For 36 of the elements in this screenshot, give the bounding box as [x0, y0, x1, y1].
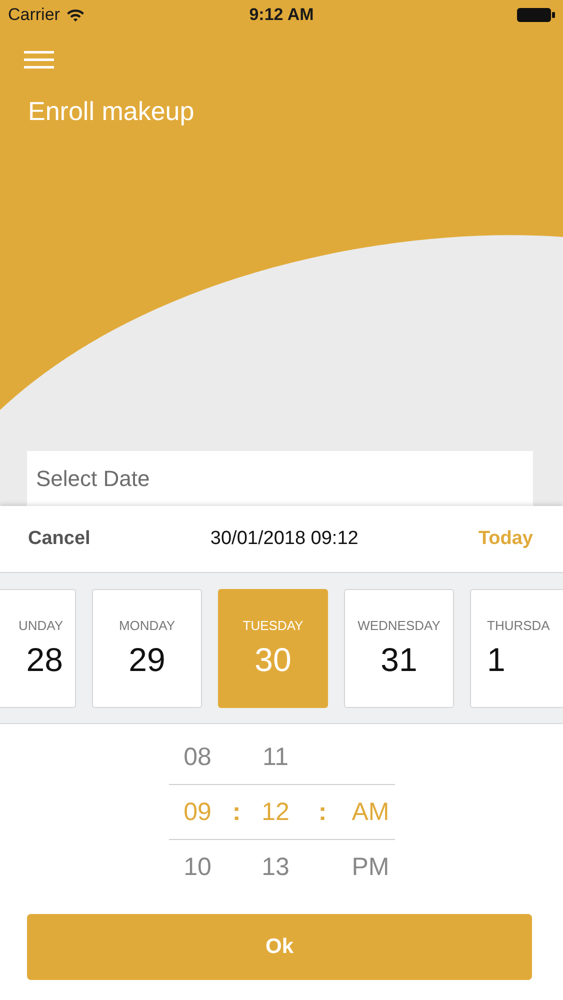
cancel-button[interactable]: Cancel	[28, 528, 90, 550]
weekday-label: UNDAY	[18, 618, 63, 632]
today-button[interactable]: Today	[478, 528, 533, 550]
weekday-label: THURSDA	[487, 618, 550, 632]
carrier-label: Carrier	[8, 5, 60, 25]
wheel-value[interactable]: 13	[262, 852, 290, 882]
menu-icon[interactable]	[24, 50, 54, 70]
page-title: Enroll makeup	[28, 96, 194, 127]
weekday-label: TUESDAY	[242, 618, 304, 632]
weekday-label: MONDAY	[118, 618, 176, 632]
day-card[interactable]: TUESDAY 30	[218, 588, 328, 708]
day-number: 29	[128, 640, 166, 678]
day-number: 31	[380, 640, 418, 678]
day-card[interactable]: UNDAY 28	[0, 588, 76, 708]
day-card[interactable]: MONDAY 29	[92, 588, 202, 708]
date-field[interactable]: Select Date	[27, 451, 533, 506]
wheel-value[interactable]: AM	[352, 798, 390, 826]
wifi-icon	[66, 8, 85, 22]
battery-icon	[516, 8, 555, 22]
wheel-value[interactable]: 12	[262, 798, 290, 826]
status-time: 9:12 AM	[248, 5, 315, 25]
wheel-value[interactable]: 09	[184, 798, 212, 826]
wheel-value[interactable]: 08	[184, 742, 212, 772]
day-card[interactable]: WEDNESDAY 31	[344, 588, 454, 708]
wheel-value[interactable]: 10	[184, 852, 212, 882]
selected-datetime: 30/01/2018 09:12	[210, 528, 358, 550]
wheel-value[interactable]: PM	[352, 852, 390, 882]
day-number: 1	[487, 640, 506, 678]
separator: :	[318, 798, 327, 826]
ok-button[interactable]: Ok	[27, 914, 532, 980]
day-number: 28	[26, 640, 63, 678]
separator: :	[232, 798, 241, 826]
weekday-label: WEDNESDAY	[358, 618, 440, 632]
day-card[interactable]: THURSDA 1	[470, 588, 563, 708]
wheel-value[interactable]: 11	[262, 742, 288, 772]
day-number: 30	[254, 640, 292, 678]
